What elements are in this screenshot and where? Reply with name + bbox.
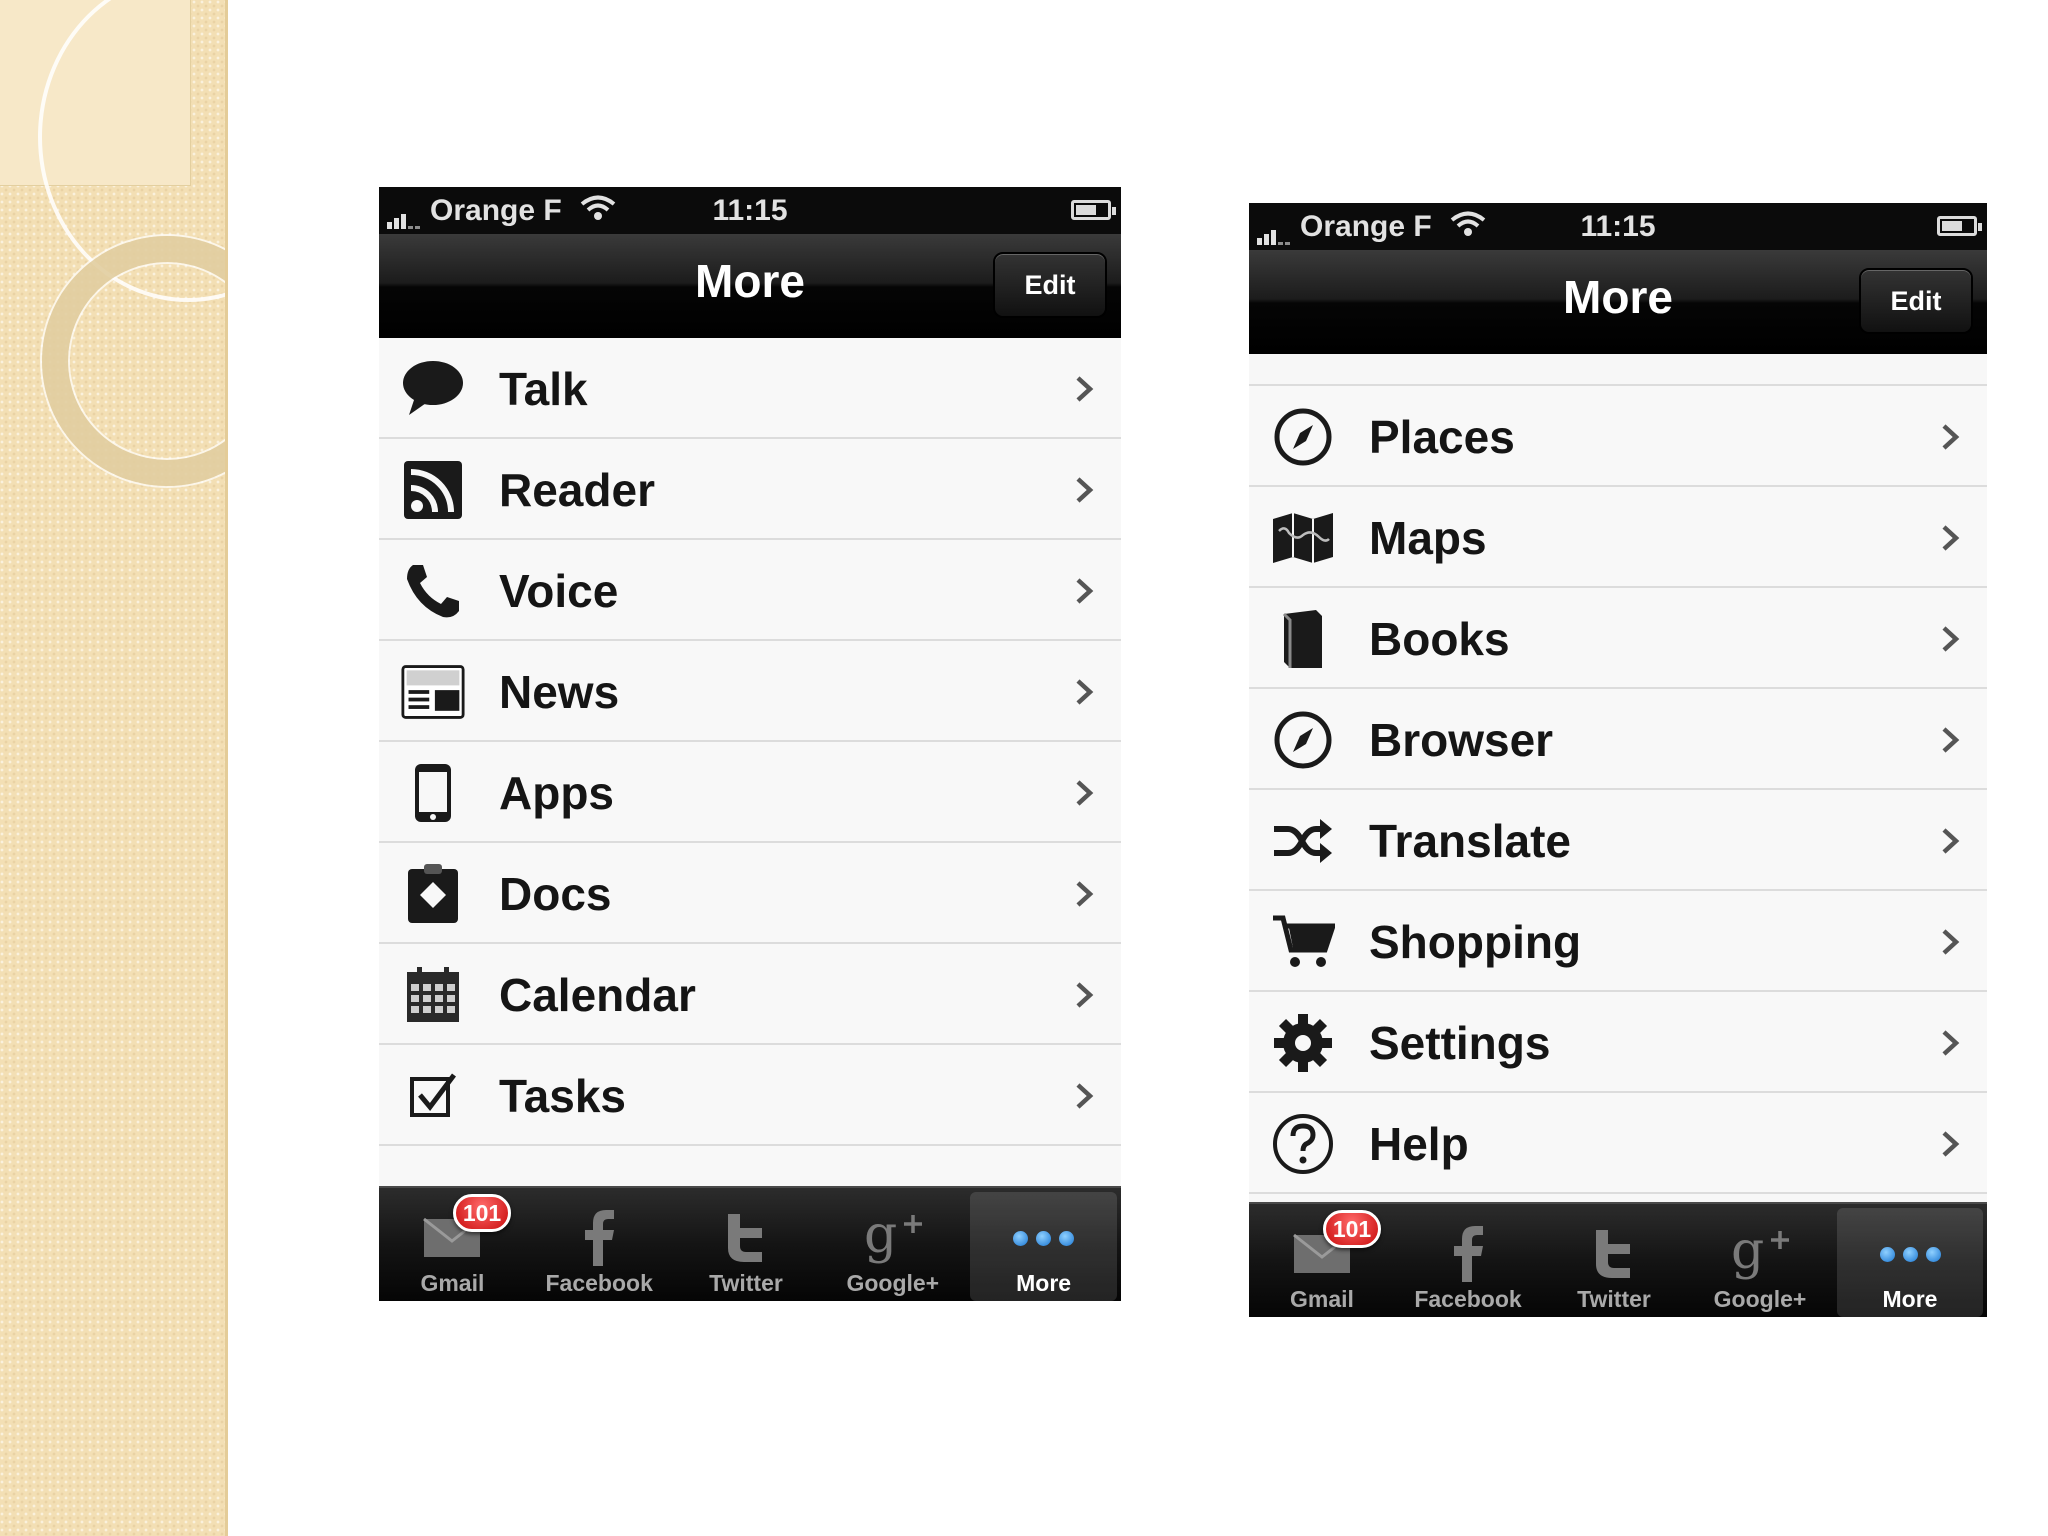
battery-icon xyxy=(1937,216,1982,236)
more-dots-icon xyxy=(1013,1206,1075,1270)
compass-icon xyxy=(1271,711,1335,769)
battery-icon xyxy=(1071,200,1116,220)
list-item-docs[interactable]: Docs xyxy=(379,843,1121,944)
signal-icon xyxy=(387,195,422,230)
edit-button[interactable]: Edit xyxy=(1859,268,1973,334)
more-list: Talk Reader Voice News Apps Docs Calenda… xyxy=(379,338,1121,1247)
chevron-right-icon xyxy=(1076,376,1094,402)
help-icon xyxy=(1271,1114,1335,1174)
list-item-places[interactable]: Places xyxy=(1249,386,1987,487)
svg-text:g: g xyxy=(864,1208,897,1265)
chevron-right-icon xyxy=(1076,1083,1094,1109)
decorative-ring xyxy=(42,236,228,486)
mobile-phone-icon xyxy=(401,764,465,822)
twitter-icon xyxy=(1592,1222,1636,1286)
list-item-news[interactable]: News xyxy=(379,641,1121,742)
chevron-right-icon xyxy=(1942,727,1960,753)
list-item-calendar[interactable]: Calendar xyxy=(379,944,1121,1045)
tab-gmail[interactable]: 101 Gmail xyxy=(379,1188,526,1301)
gear-icon xyxy=(1271,1014,1335,1072)
chevron-right-icon xyxy=(1942,1030,1960,1056)
map-icon xyxy=(1271,509,1335,567)
chevron-right-icon xyxy=(1942,525,1960,551)
list-item-translate[interactable]: Translate xyxy=(1249,790,1987,891)
chevron-right-icon xyxy=(1942,1131,1960,1157)
newspaper-icon xyxy=(401,663,465,721)
rss-icon xyxy=(401,461,465,519)
tab-more[interactable]: More xyxy=(1837,1208,1983,1317)
clipboard-icon xyxy=(401,864,465,923)
list-item-help[interactable]: Help xyxy=(1249,1093,1987,1194)
cart-icon xyxy=(1271,913,1335,971)
list-item-talk[interactable]: Talk xyxy=(379,338,1121,439)
svg-text:g: g xyxy=(1731,1224,1764,1281)
chevron-right-icon xyxy=(1942,929,1960,955)
google-plus-icon: g xyxy=(860,1206,926,1270)
more-dots-icon xyxy=(1879,1222,1941,1286)
list-item-browser[interactable]: Browser xyxy=(1249,689,1987,790)
chevron-right-icon xyxy=(1942,828,1960,854)
tab-google-plus[interactable]: g Google+ xyxy=(1687,1204,1833,1317)
phone-icon xyxy=(401,562,465,620)
list-item-settings[interactable]: Settings xyxy=(1249,992,1987,1093)
tab-google-plus[interactable]: g Google+ xyxy=(819,1188,966,1301)
google-plus-icon: g xyxy=(1727,1222,1793,1286)
edit-button[interactable]: Edit xyxy=(993,252,1107,318)
tab-facebook[interactable]: Facebook xyxy=(1395,1204,1541,1317)
phone-screenshot-left: Orange F 11:15 More Edit Talk Reader Voi… xyxy=(379,187,1121,1301)
chevron-right-icon xyxy=(1942,626,1960,652)
tab-facebook[interactable]: Facebook xyxy=(526,1188,673,1301)
status-bar: Orange F 11:15 xyxy=(1249,203,1987,250)
book-icon xyxy=(1271,610,1335,668)
speech-bubble-icon xyxy=(401,360,465,418)
tab-bar: 101 Gmail Facebook Twitter g Google+ Mor… xyxy=(1249,1202,1987,1317)
chevron-right-icon xyxy=(1076,881,1094,907)
wifi-icon xyxy=(1450,211,1486,245)
tab-bar: 101 Gmail Facebook Twitter g Google+ Mor… xyxy=(379,1186,1121,1301)
unread-count-badge: 101 xyxy=(453,1194,511,1232)
tab-twitter[interactable]: Twitter xyxy=(1541,1204,1687,1317)
twitter-icon xyxy=(724,1206,768,1270)
signal-icon xyxy=(1257,211,1292,246)
more-list: Places Maps Books Browser Translate Shop… xyxy=(1249,384,1987,1194)
list-item-tasks[interactable]: Tasks xyxy=(379,1045,1121,1146)
shuffle-icon xyxy=(1271,812,1335,870)
decorative-side-strip xyxy=(0,0,228,1536)
navigation-bar: More Edit xyxy=(379,234,1121,338)
list-item-apps[interactable]: Apps xyxy=(379,742,1121,843)
facebook-icon xyxy=(1450,1222,1486,1286)
tab-twitter[interactable]: Twitter xyxy=(673,1188,820,1301)
unread-count-badge: 101 xyxy=(1323,1210,1381,1248)
phone-screenshot-right: Orange F 11:15 More Edit Places Maps Boo… xyxy=(1249,203,1987,1317)
navigation-bar: More Edit xyxy=(1249,250,1987,354)
carrier-name: Orange F xyxy=(430,194,562,227)
list-item-maps[interactable]: Maps xyxy=(1249,487,1987,588)
status-bar: Orange F 11:15 xyxy=(379,187,1121,234)
list-item-reader[interactable]: Reader xyxy=(379,439,1121,540)
chevron-right-icon xyxy=(1076,982,1094,1008)
chevron-right-icon xyxy=(1942,424,1960,450)
chevron-right-icon xyxy=(1076,477,1094,503)
chevron-right-icon xyxy=(1076,780,1094,806)
chevron-right-icon xyxy=(1076,679,1094,705)
tab-gmail[interactable]: 101 Gmail xyxy=(1249,1204,1395,1317)
wifi-icon xyxy=(580,195,616,229)
facebook-icon xyxy=(581,1206,617,1270)
carrier-name: Orange F xyxy=(1300,210,1432,243)
list-item-books[interactable]: Books xyxy=(1249,588,1987,689)
calendar-icon xyxy=(401,966,465,1024)
checkbox-icon xyxy=(401,1067,465,1125)
list-item-voice[interactable]: Voice xyxy=(379,540,1121,641)
chevron-right-icon xyxy=(1076,578,1094,604)
list-item-shopping[interactable]: Shopping xyxy=(1249,891,1987,992)
compass-icon xyxy=(1271,408,1335,466)
tab-more[interactable]: More xyxy=(970,1192,1117,1301)
